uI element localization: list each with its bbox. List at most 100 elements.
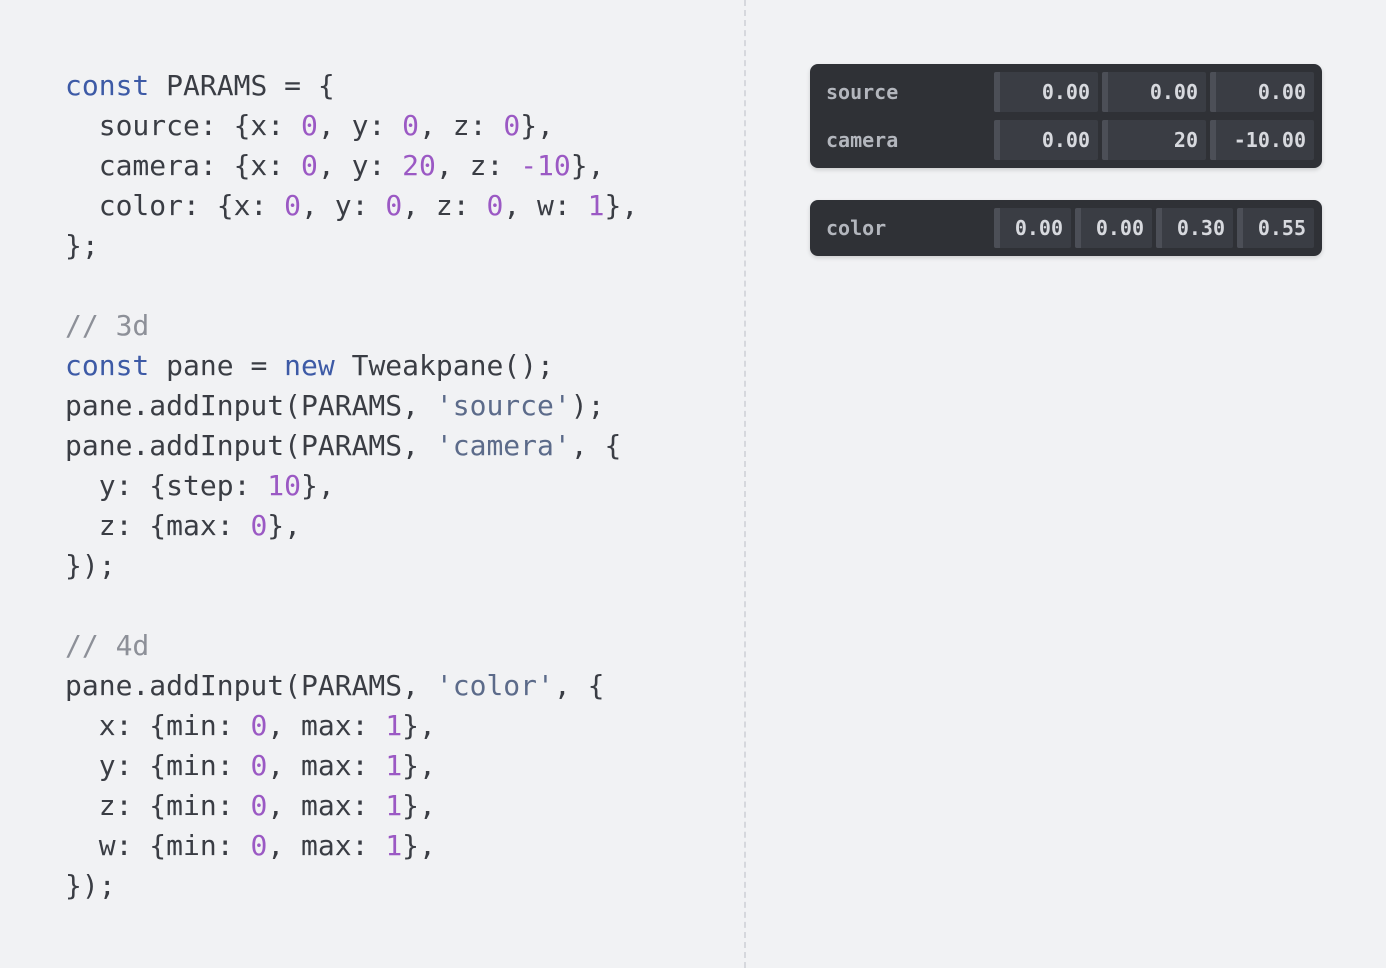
code-line: source: {x: 0, y: 0, z: 0}, — [65, 106, 638, 146]
code-line: // 3d — [65, 306, 638, 346]
code-line: z: {min: 0, max: 1}, — [65, 786, 638, 826]
drag-knob[interactable] — [1102, 72, 1108, 112]
code-token: , w: — [503, 189, 588, 222]
code-token: 20 — [402, 149, 436, 182]
drag-knob[interactable] — [1156, 208, 1162, 248]
code-token: pane = — [149, 349, 285, 382]
drag-knob[interactable] — [994, 208, 1000, 248]
field-value: 0.00 — [1257, 80, 1306, 104]
drag-knob[interactable] — [994, 120, 1000, 160]
number-field-x[interactable]: 0.00 — [994, 208, 1071, 248]
code-token: pane.addInput(PARAMS, — [65, 429, 436, 462]
code-line: }); — [65, 546, 638, 586]
code-token: }, — [402, 709, 436, 742]
code-block: const PARAMS = { source: {x: 0, y: 0, z:… — [65, 66, 638, 906]
code-line: }); — [65, 866, 638, 906]
number-field-x[interactable]: 0.00 — [994, 120, 1098, 160]
code-token: new — [284, 349, 335, 382]
panel-divider — [744, 0, 746, 968]
code-token: 0 — [250, 709, 268, 742]
code-line: y: {min: 0, max: 1}, — [65, 746, 638, 786]
field-value: 0.00 — [1149, 80, 1198, 104]
code-token: }, — [402, 829, 436, 862]
row-label-color: color — [826, 216, 887, 240]
number-field-w[interactable]: 0.55 — [1237, 208, 1314, 248]
number-field-z[interactable]: 0.30 — [1156, 208, 1233, 248]
code-line: }; — [65, 226, 638, 266]
code-line: y: {step: 10}, — [65, 466, 638, 506]
code-token: , y: — [317, 149, 403, 182]
code-line: w: {min: 0, max: 1}, — [65, 826, 638, 866]
code-token: pane.addInput(PARAMS, — [65, 389, 436, 422]
code-token: // 4d — [65, 629, 150, 662]
number-field-y[interactable]: 20 — [1102, 120, 1206, 160]
code-line: camera: {x: 0, y: 20, z: -10}, — [65, 146, 638, 186]
code-token: }; — [65, 229, 99, 262]
code-token: 1 — [385, 829, 403, 862]
code-token: , z: — [419, 109, 504, 142]
code-token: 0 — [250, 509, 268, 542]
code-token: 1 — [587, 189, 605, 222]
code-token: , y: — [317, 109, 403, 142]
code-token: }); — [65, 549, 116, 582]
code-line: color: {x: 0, y: 0, z: 0, w: 1}, — [65, 186, 639, 226]
code-token: 0 — [301, 109, 318, 142]
code-token: }, — [520, 109, 554, 142]
number-field-y[interactable]: 0.00 — [1075, 208, 1152, 248]
row-label-camera: camera — [826, 128, 899, 152]
field-value: 0.00 — [1041, 80, 1090, 104]
code-token: y: {step: — [65, 469, 268, 502]
code-token: w: {min: — [65, 829, 251, 862]
code-token: // 3d — [65, 309, 150, 342]
drag-knob[interactable] — [1075, 208, 1081, 248]
field-value: 0.30 — [1176, 216, 1225, 240]
code-token: }, — [402, 749, 436, 782]
input-row-color: color 0.00 0.00 0.30 0.55 — [826, 208, 1314, 248]
code-token: 0 — [486, 189, 504, 222]
code-token: PARAMS = { — [149, 69, 335, 102]
drag-knob[interactable] — [1210, 120, 1216, 160]
code-token: , z: — [402, 189, 487, 222]
code-token: }, — [301, 469, 335, 502]
code-token: }, — [604, 189, 639, 222]
code-token: 10 — [267, 469, 302, 502]
code-token: 0 — [250, 829, 268, 862]
code-token: , z: — [435, 149, 521, 182]
code-token: 0 — [250, 749, 268, 782]
code-token: 'color' — [435, 669, 554, 702]
drag-knob[interactable] — [994, 72, 1000, 112]
code-line: const PARAMS = { — [65, 66, 638, 106]
code-token: , max: — [267, 709, 386, 742]
code-token: z: {min: — [65, 789, 251, 822]
code-token: 'camera' — [435, 429, 571, 462]
tweakpane-4d: color 0.00 0.00 0.30 0.55 — [810, 200, 1322, 256]
number-field-x[interactable]: 0.00 — [994, 72, 1098, 112]
code-token: , { — [553, 669, 605, 702]
code-token: , max: — [267, 749, 386, 782]
tweakpane-3d: source 0.00 0.00 0.00 camera 0.00 20 -10… — [810, 64, 1322, 168]
code-token: const — [65, 69, 150, 102]
drag-knob[interactable] — [1210, 72, 1216, 112]
number-field-y[interactable]: 0.00 — [1102, 72, 1206, 112]
code-token: 'source' — [435, 389, 571, 422]
code-line: pane.addInput(PARAMS, 'source'); — [65, 386, 638, 426]
code-token: x: {min: — [65, 709, 251, 742]
code-token: ); — [570, 389, 605, 422]
code-token: 1 — [385, 789, 403, 822]
number-field-z[interactable]: -10.00 — [1210, 120, 1314, 160]
drag-knob[interactable] — [1102, 120, 1108, 160]
drag-knob[interactable] — [1237, 208, 1243, 248]
code-token: const — [65, 349, 150, 382]
code-token: 0 — [301, 149, 318, 182]
code-token: -10 — [520, 149, 571, 182]
code-token: pane.addInput(PARAMS, — [65, 669, 436, 702]
field-value: 0.00 — [1041, 128, 1090, 152]
number-field-z[interactable]: 0.00 — [1210, 72, 1314, 112]
code-panel: const PARAMS = { source: {x: 0, y: 0, z:… — [0, 0, 744, 968]
code-token: 0 — [250, 789, 268, 822]
code-line: z: {max: 0}, — [65, 506, 638, 546]
code-token: }, — [402, 789, 436, 822]
field-value: 0.55 — [1257, 216, 1306, 240]
